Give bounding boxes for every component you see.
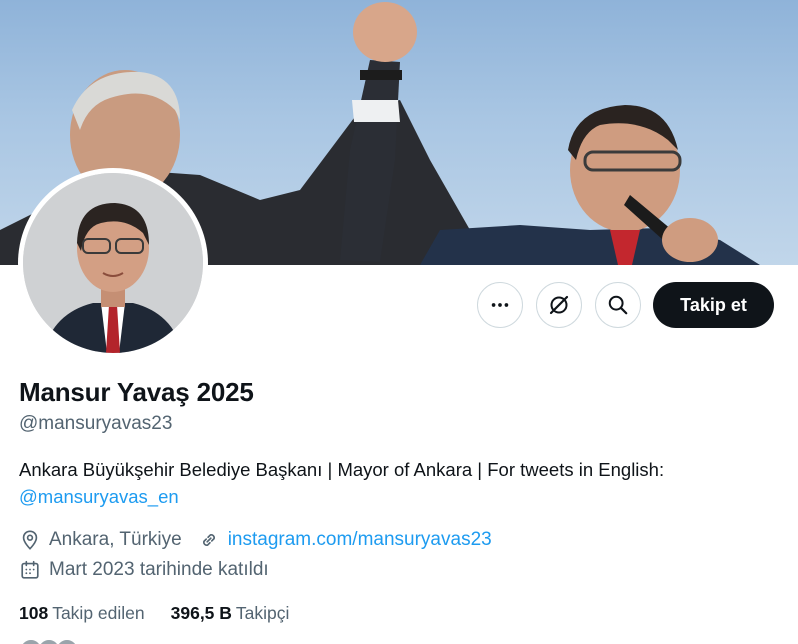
- following-label: Takip edilen: [52, 602, 145, 623]
- following-count: 108: [19, 602, 49, 623]
- following-stat[interactable]: 108 Takip edilen: [19, 603, 145, 624]
- more-options-button[interactable]: [477, 282, 523, 328]
- followed-by-avatars: [19, 638, 79, 644]
- calendar-icon: [21, 560, 39, 579]
- follow-stats: 108 Takip edilen 396,5 B Takipçi: [19, 600, 315, 626]
- more-horizontal-icon: [491, 303, 509, 307]
- location-text: Ankara, Türkiye: [49, 529, 182, 550]
- bio-text: Ankara Büyükşehir Belediye Başkanı | May…: [19, 459, 665, 480]
- followers-stat[interactable]: 396,5 B Takipçi: [171, 603, 290, 624]
- follow-button[interactable]: Takip et: [653, 282, 774, 328]
- profile-avatar[interactable]: [18, 168, 208, 358]
- location-item: Ankara, Türkiye: [19, 529, 182, 551]
- link-icon: [202, 534, 215, 546]
- website-item: instagram.com/mansuryavas23: [198, 529, 492, 551]
- profile-meta-row: Ankara, Türkiye instagram.com/mansuryava…: [19, 527, 508, 553]
- display-name: Mansur Yavaş 2025: [19, 377, 254, 407]
- profile-page: Takip et Mansur Yavaş 2025 @mansuryavas2…: [0, 0, 798, 644]
- search-profile-button[interactable]: [595, 282, 641, 328]
- followers-label: Takipçi: [235, 602, 290, 623]
- bio-mention-link[interactable]: @mansuryavas_en: [19, 486, 179, 507]
- joined-row: Mart 2023 tarihinde katıldı: [19, 557, 285, 583]
- search-icon: [608, 295, 628, 315]
- location-pin-icon: [22, 530, 38, 550]
- joined-text: Mart 2023 tarihinde katıldı: [49, 559, 269, 580]
- profile-bio: Ankara Büyükşehir Belediye Başkanı | May…: [19, 456, 779, 510]
- user-handle: @mansuryavas23: [19, 413, 173, 434]
- avatar-photo: [23, 173, 203, 353]
- follow-button-label: Takip et: [680, 294, 747, 315]
- grok-button[interactable]: [536, 282, 582, 328]
- website-link[interactable]: instagram.com/mansuryavas23: [228, 529, 492, 551]
- follower-avatar: [55, 638, 79, 644]
- followers-count: 396,5 B: [170, 602, 232, 623]
- grok-icon: [549, 295, 569, 315]
- joined-item: Mart 2023 tarihinde katıldı: [19, 559, 269, 581]
